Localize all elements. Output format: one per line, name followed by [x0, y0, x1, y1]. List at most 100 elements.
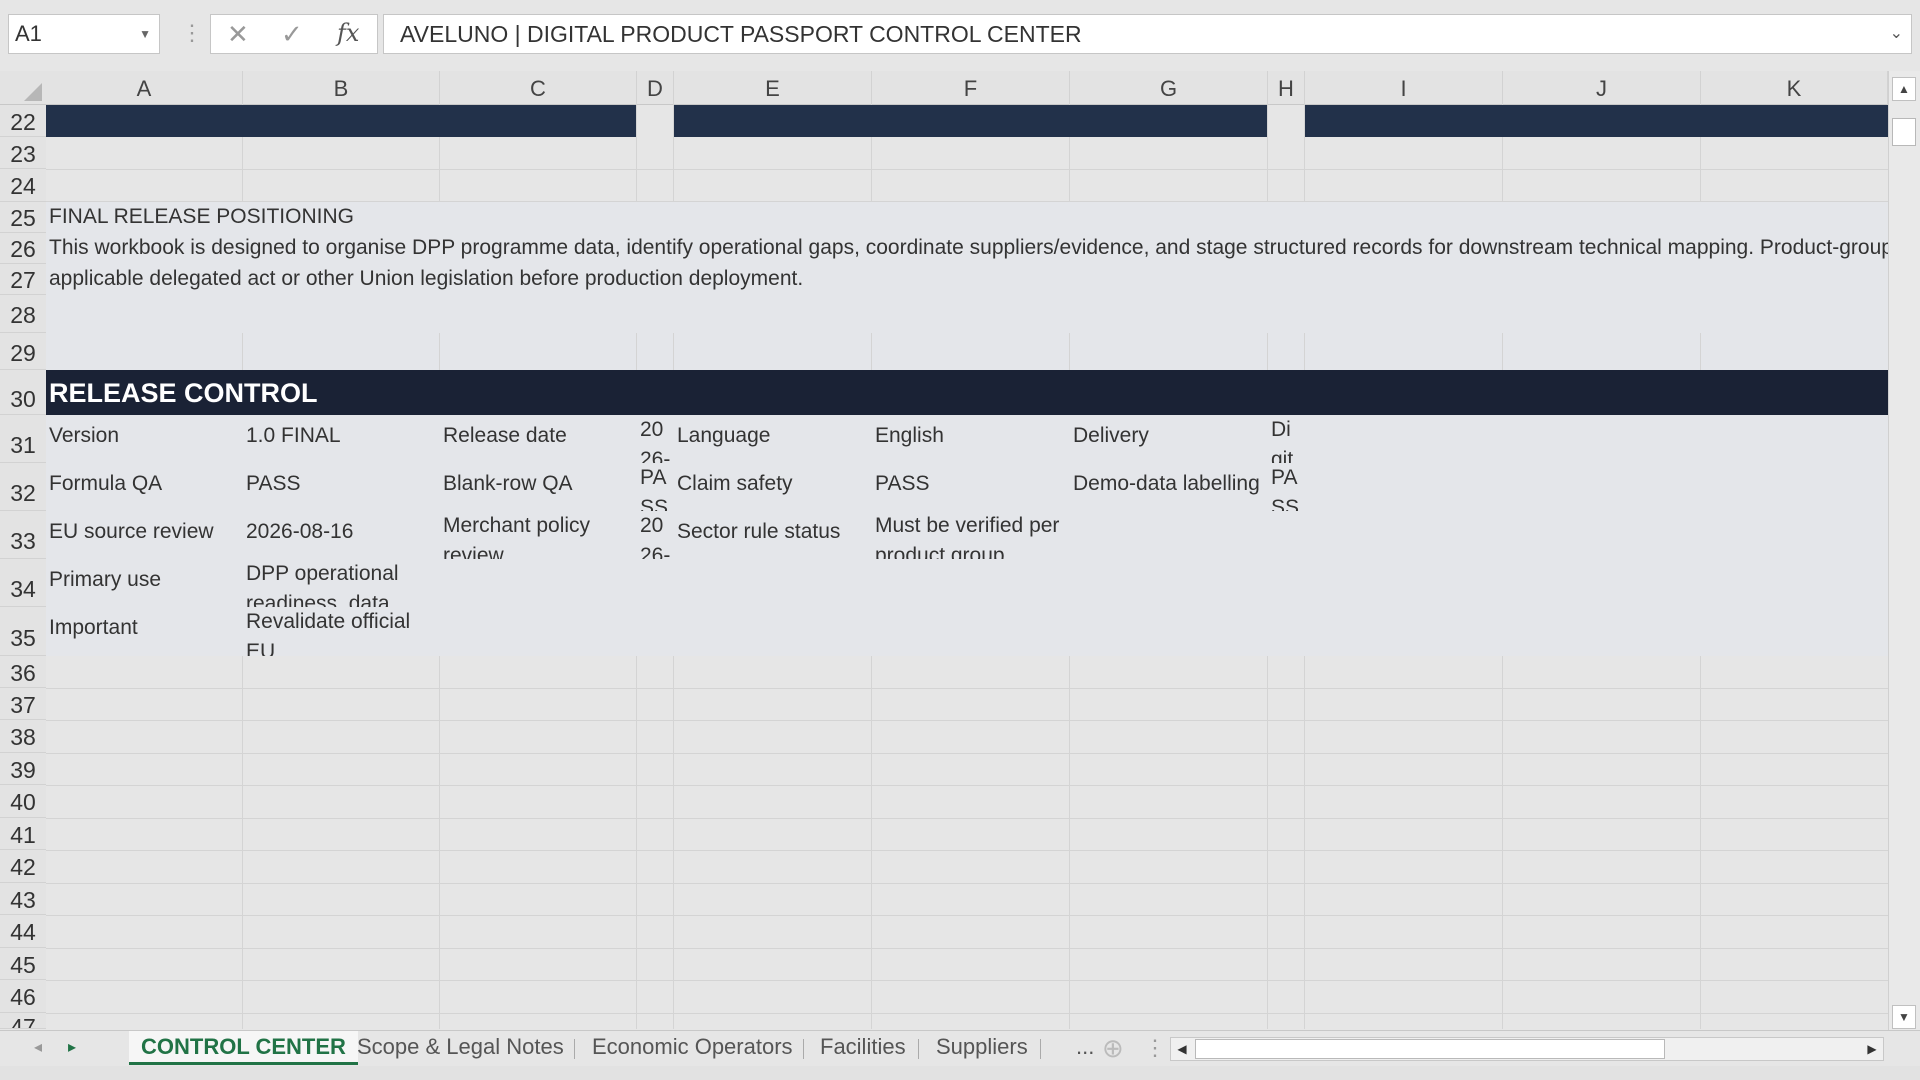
- merchant-policy-review-label[interactable]: Merchant policy review: [443, 511, 633, 559]
- column-header-j[interactable]: J: [1503, 71, 1701, 105]
- row-header-31[interactable]: 31: [0, 415, 46, 463]
- release-control-title[interactable]: RELEASE CONTROL: [49, 376, 649, 410]
- release-date-value[interactable]: 20 26-: [640, 415, 674, 463]
- row-header-35[interactable]: 35: [0, 607, 46, 656]
- positioning-line-2[interactable]: applicable delegated act or other Union …: [49, 264, 1888, 294]
- row-header-43[interactable]: 43: [0, 883, 46, 915]
- eu-source-review-value[interactable]: 2026-08-16: [246, 517, 436, 547]
- formula-input[interactable]: AVELUNO | DIGITAL PRODUCT PASSPORT CONTR…: [383, 14, 1912, 54]
- column-header-g[interactable]: G: [1070, 71, 1268, 105]
- row-header-29[interactable]: 29: [0, 333, 46, 370]
- formula-qa-label[interactable]: Formula QA: [49, 469, 239, 499]
- worksheet-grid[interactable]: A B C D E F G H I J K 22 23 24 25 26 27 …: [0, 71, 1888, 1029]
- name-box-value: A1: [15, 21, 42, 46]
- row-header-39[interactable]: 39: [0, 753, 46, 785]
- version-label[interactable]: Version: [49, 421, 239, 451]
- chevron-down-icon[interactable]: ▼: [139, 15, 151, 53]
- row-header-24[interactable]: 24: [0, 169, 46, 202]
- language-value[interactable]: English: [875, 421, 1065, 451]
- scroll-right-icon[interactable]: ▶: [1861, 1038, 1883, 1060]
- column-headers: A B C D E F G H I J K: [0, 71, 1888, 105]
- scroll-left-icon[interactable]: ◀: [1171, 1038, 1193, 1060]
- blank-row-qa-value[interactable]: PA SS: [640, 463, 674, 511]
- tab-control-center[interactable]: CONTROL CENTER: [129, 1031, 358, 1065]
- important-label[interactable]: Important: [49, 613, 239, 643]
- demo-data-labelling-value[interactable]: PA SS: [1271, 463, 1305, 511]
- column-header-c[interactable]: C: [440, 71, 637, 105]
- column-header-k[interactable]: K: [1701, 71, 1888, 105]
- horizontal-scroll-thumb[interactable]: [1195, 1039, 1665, 1059]
- name-box[interactable]: A1 ▼: [8, 14, 160, 54]
- primary-use-value[interactable]: DPP operational readiness, data: [246, 559, 436, 607]
- delivery-value[interactable]: Di git: [1271, 415, 1305, 463]
- column-header-d[interactable]: D: [637, 71, 674, 105]
- row-header-36[interactable]: 36: [0, 656, 46, 688]
- tab-suppliers[interactable]: Suppliers: [924, 1031, 1040, 1065]
- row-header-37[interactable]: 37: [0, 688, 46, 720]
- row-header-26[interactable]: 26: [0, 233, 46, 264]
- row-header-23[interactable]: 23: [0, 137, 46, 169]
- row-header-40[interactable]: 40: [0, 785, 46, 818]
- tab-economic-operators[interactable]: Economic Operators: [580, 1031, 805, 1065]
- column-header-f[interactable]: F: [872, 71, 1070, 105]
- column-header-b[interactable]: B: [243, 71, 440, 105]
- column-header-e[interactable]: E: [674, 71, 872, 105]
- select-all-button[interactable]: [0, 71, 46, 105]
- row-header-28[interactable]: 28: [0, 295, 46, 333]
- cancel-icon[interactable]: ✕: [227, 19, 249, 50]
- tab-scroll-left-icon[interactable]: ◂: [34, 1037, 42, 1057]
- claim-safety-value[interactable]: PASS: [875, 469, 1065, 499]
- header-band-segment: [1305, 105, 1888, 137]
- sector-rule-status-value[interactable]: Must be verified per product group: [875, 511, 1070, 559]
- claim-safety-label[interactable]: Claim safety: [677, 469, 867, 499]
- add-sheet-icon[interactable]: ⊕: [1102, 1033, 1124, 1064]
- formula-qa-value[interactable]: PASS: [246, 469, 436, 499]
- insert-function-icon[interactable]: fx: [337, 19, 359, 47]
- horizontal-scrollbar[interactable]: ◀ ▶: [1170, 1037, 1884, 1061]
- scroll-up-icon[interactable]: ▲: [1892, 77, 1916, 101]
- positioning-title[interactable]: FINAL RELEASE POSITIONING: [49, 202, 1888, 232]
- tab-facilities[interactable]: Facilities: [808, 1031, 918, 1065]
- row-header-46[interactable]: 46: [0, 980, 46, 1013]
- row-header-27[interactable]: 27: [0, 264, 46, 295]
- splitter-icon[interactable]: ⋮: [1144, 1035, 1166, 1061]
- row-header-38[interactable]: 38: [0, 720, 46, 753]
- header-band-segment: [674, 105, 1268, 137]
- release-date-label[interactable]: Release date: [443, 421, 633, 451]
- row-header-45[interactable]: 45: [0, 948, 46, 980]
- row-header-47[interactable]: 47: [0, 1013, 46, 1029]
- row-header-22[interactable]: 22: [0, 105, 46, 137]
- row-header-25[interactable]: 25: [0, 202, 46, 233]
- vertical-scroll-thumb[interactable]: [1892, 118, 1916, 146]
- column-header-h[interactable]: H: [1268, 71, 1305, 105]
- row-header-32[interactable]: 32: [0, 463, 46, 511]
- tab-scope-legal-notes[interactable]: Scope & Legal Notes: [345, 1031, 576, 1065]
- demo-data-labelling-label[interactable]: Demo-data labelling: [1073, 469, 1268, 499]
- positioning-line-1[interactable]: This workbook is designed to organise DP…: [49, 233, 1888, 263]
- confirm-icon[interactable]: ✓: [281, 19, 303, 50]
- scroll-down-icon[interactable]: ▼: [1892, 1005, 1916, 1029]
- eu-source-review-label[interactable]: EU source review: [49, 517, 239, 547]
- version-value[interactable]: 1.0 FINAL: [246, 421, 436, 451]
- row-header-41[interactable]: 41: [0, 818, 46, 850]
- row-header-34[interactable]: 34: [0, 559, 46, 607]
- row-header-33[interactable]: 33: [0, 511, 46, 559]
- merchant-policy-review-value[interactable]: 20 26-: [640, 511, 674, 559]
- delivery-label[interactable]: Delivery: [1073, 421, 1263, 451]
- sector-rule-status-label[interactable]: Sector rule status: [677, 517, 867, 547]
- column-header-i[interactable]: I: [1305, 71, 1503, 105]
- vertical-scrollbar[interactable]: ▲ ▼: [1888, 71, 1920, 1033]
- row-header-30[interactable]: 30: [0, 370, 46, 415]
- more-options-icon[interactable]: ⋮: [181, 20, 203, 46]
- row-header-44[interactable]: 44: [0, 915, 46, 948]
- more-tabs-button[interactable]: ...: [1064, 1031, 1106, 1065]
- formula-content: AVELUNO | DIGITAL PRODUCT PASSPORT CONTR…: [400, 21, 1082, 47]
- expand-formula-bar-icon[interactable]: ⌄: [1890, 15, 1903, 53]
- important-value[interactable]: Revalidate official EU technical/product…: [246, 607, 436, 656]
- blank-row-qa-label[interactable]: Blank-row QA: [443, 469, 633, 499]
- language-label[interactable]: Language: [677, 421, 867, 451]
- column-header-a[interactable]: A: [46, 71, 243, 105]
- primary-use-label[interactable]: Primary use: [49, 565, 239, 595]
- tab-scroll-right-icon[interactable]: ▸: [68, 1037, 76, 1057]
- row-header-42[interactable]: 42: [0, 850, 46, 883]
